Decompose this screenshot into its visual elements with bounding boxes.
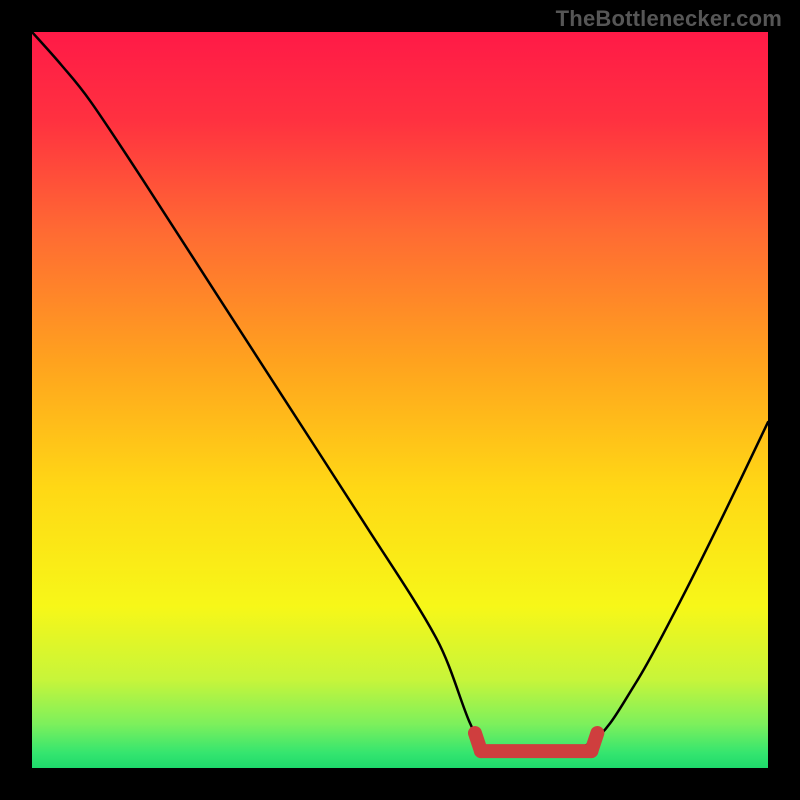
bottleneck-chart — [32, 32, 768, 768]
watermark-text: TheBottlenecker.com — [556, 6, 782, 32]
plot-area — [32, 32, 768, 768]
gradient-background — [32, 32, 768, 768]
chart-frame: TheBottlenecker.com — [0, 0, 800, 800]
